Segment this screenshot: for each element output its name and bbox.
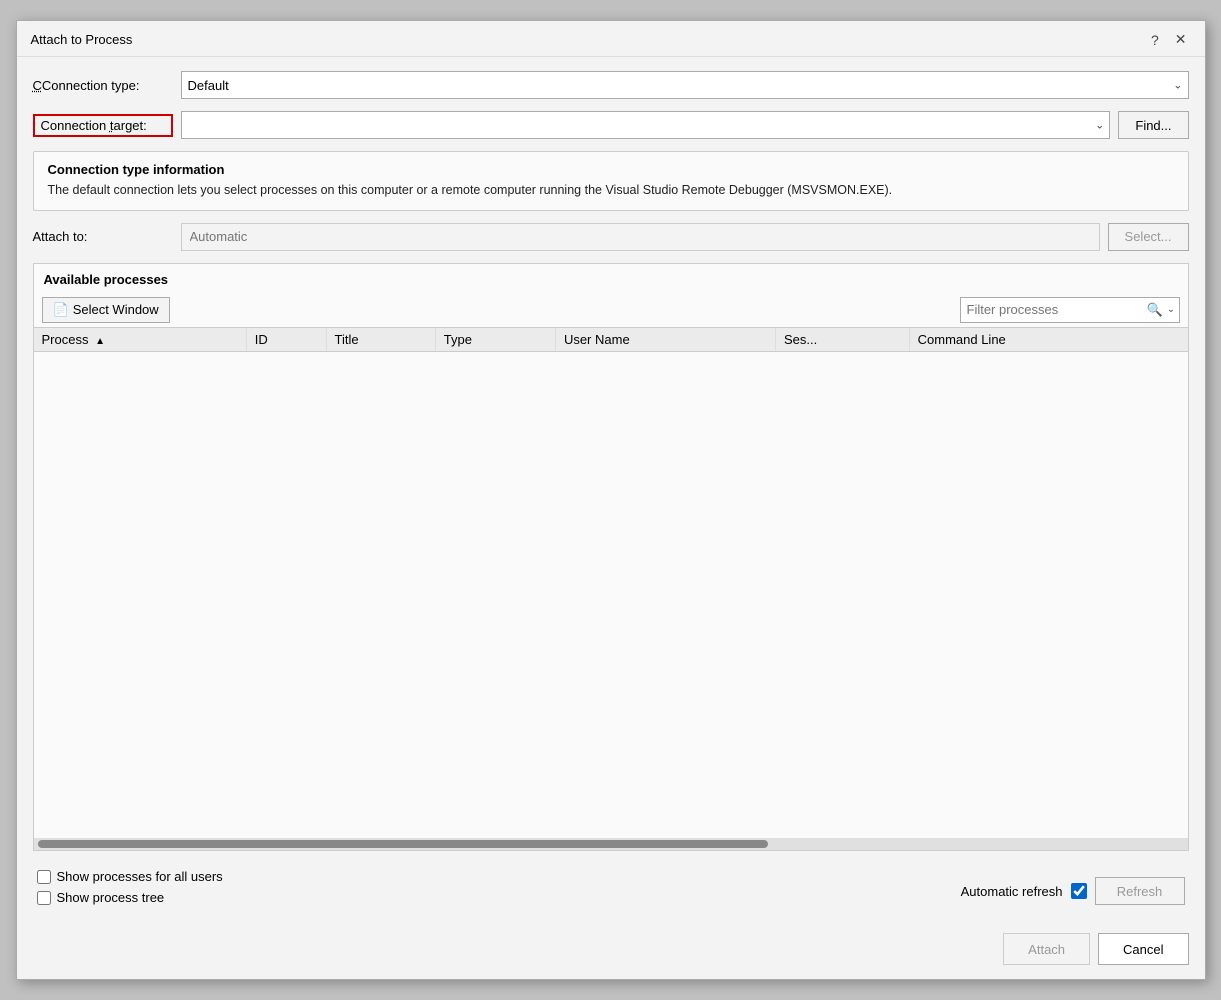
show-all-users-checkbox[interactable] [37, 870, 51, 884]
auto-refresh-label: Automatic refresh [961, 884, 1063, 899]
connection-type-select[interactable]: Default [181, 71, 1189, 99]
table-header-row: Process ▲ ID Title Type [34, 328, 1188, 352]
filter-processes-input[interactable] [967, 302, 1143, 317]
connection-type-label: CConnection type: [33, 78, 173, 93]
col-session[interactable]: Ses... [776, 328, 910, 352]
process-table-container[interactable]: Process ▲ ID Title Type [34, 327, 1188, 838]
col-type[interactable]: Type [435, 328, 555, 352]
scrollbar-thumb[interactable] [38, 840, 768, 848]
show-process-tree-label: Show process tree [57, 890, 165, 905]
select-window-button[interactable]: 📄 Select Window [42, 297, 170, 323]
col-title[interactable]: Title [326, 328, 435, 352]
attach-button[interactable]: Attach [1003, 933, 1090, 965]
connection-target-row: Connection target: ⌄ Find... [33, 111, 1189, 139]
attach-to-input [181, 223, 1100, 251]
info-box-text: The default connection lets you select p… [48, 181, 1174, 200]
help-button[interactable]: ? [1145, 29, 1165, 50]
show-all-users-row[interactable]: Show processes for all users [37, 869, 223, 884]
attach-to-row: Attach to: Select... [33, 223, 1189, 251]
find-button[interactable]: Find... [1118, 111, 1188, 139]
connection-type-info-box: Connection type information The default … [33, 151, 1189, 211]
cancel-button[interactable]: Cancel [1098, 933, 1188, 965]
col-id[interactable]: ID [246, 328, 326, 352]
sort-asc-icon: ▲ [95, 336, 105, 347]
filter-wrapper: 🔍 ⌄ [960, 297, 1180, 323]
processes-toolbar: 📄 Select Window 🔍 ⌄ [34, 293, 1188, 327]
close-button[interactable]: ✕ [1169, 29, 1193, 50]
processes-section-title: Available processes [34, 264, 1188, 293]
process-table: Process ▲ ID Title Type [34, 328, 1188, 352]
select-button[interactable]: Select... [1108, 223, 1189, 251]
col-process[interactable]: Process ▲ [34, 328, 247, 352]
show-all-users-label: Show processes for all users [57, 869, 223, 884]
dialog-footer-buttons: Attach Cancel [17, 923, 1205, 979]
connection-type-row: CConnection type: Default ⌄ [33, 71, 1189, 99]
show-process-tree-checkbox[interactable] [37, 891, 51, 905]
processes-section: Available processes 📄 Select Window 🔍 ⌄ [33, 263, 1189, 851]
attach-to-process-dialog: Attach to Process ? ✕ CConnection type: … [16, 20, 1206, 980]
title-bar-buttons: ? ✕ [1145, 29, 1193, 50]
connection-target-label: Connection target: [33, 114, 173, 137]
connection-type-dropdown-wrapper: Default ⌄ [181, 71, 1189, 99]
show-process-tree-row[interactable]: Show process tree [37, 890, 223, 905]
connection-target-dropdown-wrapper: ⌄ [181, 111, 1111, 139]
col-username[interactable]: User Name [555, 328, 775, 352]
filter-dropdown-arrow[interactable]: ⌄ [1167, 304, 1175, 315]
col-commandline[interactable]: Command Line [909, 328, 1187, 352]
auto-refresh-area: Automatic refresh Refresh [961, 877, 1185, 905]
dialog-content: CConnection type: Default ⌄ Connection t… [17, 57, 1205, 923]
title-bar: Attach to Process ? ✕ [17, 21, 1205, 57]
refresh-button[interactable]: Refresh [1095, 877, 1185, 905]
dialog-title: Attach to Process [31, 32, 1145, 47]
checkboxes-area: Show processes for all users Show proces… [37, 869, 223, 905]
bottom-options: Show processes for all users Show proces… [33, 863, 1189, 909]
connection-target-select[interactable] [181, 111, 1111, 139]
select-window-label: Select Window [73, 302, 159, 317]
select-window-icon: 📄 [53, 302, 69, 318]
attach-to-label: Attach to: [33, 229, 173, 244]
info-box-title: Connection type information [48, 162, 1174, 177]
horizontal-scrollbar[interactable] [34, 838, 1188, 850]
search-icon: 🔍 [1147, 302, 1163, 318]
auto-refresh-checkbox[interactable] [1071, 883, 1087, 899]
